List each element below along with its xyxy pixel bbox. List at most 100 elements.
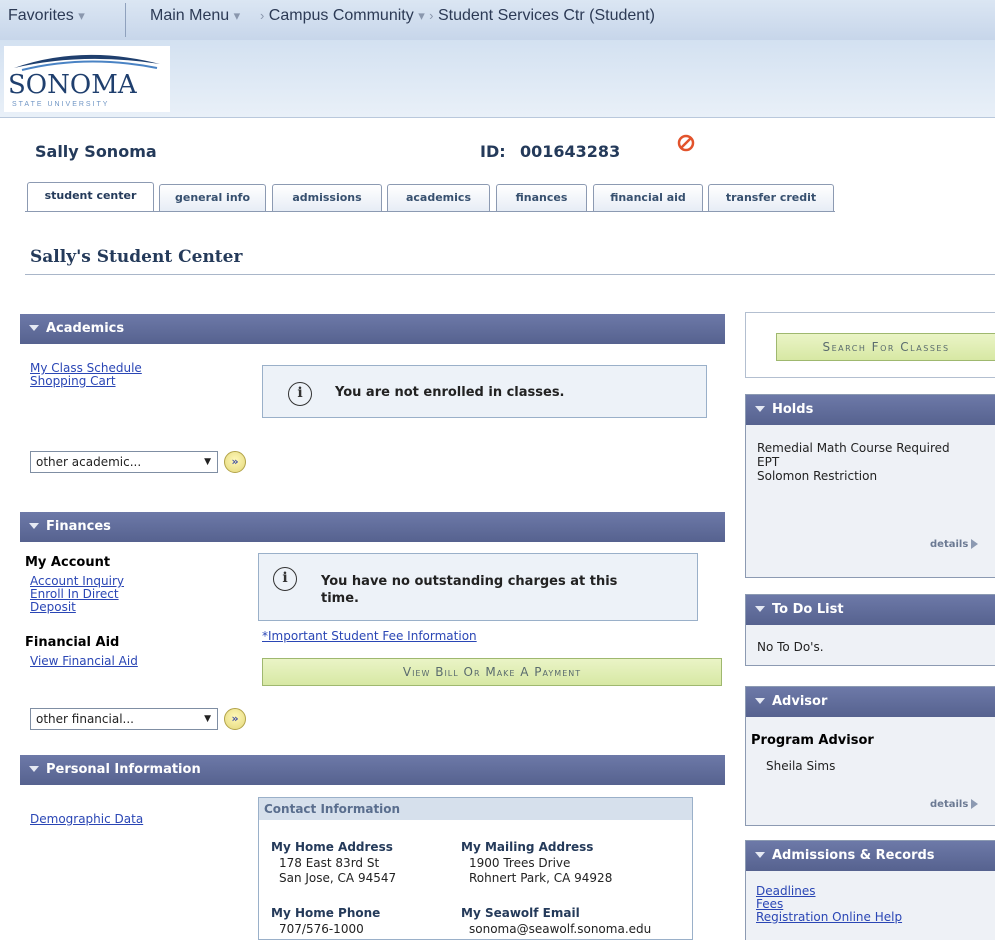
financial-aid-links: View Financial Aid [30, 655, 138, 668]
contact-information-header: Contact Information [259, 798, 692, 820]
tab-student-center[interactable]: student center [27, 182, 154, 212]
dropdown-arrow-icon: ▼ [204, 457, 211, 467]
logo-subtitle: STATE UNIVERSITY [12, 101, 110, 108]
financial-go-button[interactable]: » [224, 708, 246, 730]
page-title: Sally's Student Center [30, 247, 243, 267]
chevron-down-icon[interactable]: ▾ [418, 8, 425, 23]
holds-list: Remedial Math Course Required EPT Solomo… [757, 441, 950, 483]
todo-header-label: To Do List [772, 602, 844, 617]
favorites-label: Favorites [8, 7, 74, 24]
charges-message: You have no outstanding charges at this … [321, 573, 617, 607]
hold-alert-icon[interactable] [677, 134, 695, 152]
shopping-cart-link[interactable]: Shopping Cart [30, 375, 142, 388]
tab-admissions[interactable]: admissions [272, 184, 382, 212]
academic-go-button[interactable]: » [224, 451, 246, 473]
collapse-triangle-icon [29, 325, 39, 331]
todo-box: To Do List No To Do's. [745, 594, 995, 666]
double-chevron-icon: » [231, 712, 239, 725]
demographic-data-link[interactable]: Demographic Data [30, 813, 143, 826]
academics-links: My Class Schedule Shopping Cart [30, 362, 142, 388]
collapse-triangle-icon [755, 406, 765, 412]
my-account-heading: My Account [25, 555, 111, 570]
student-name: Sally Sonoma [35, 142, 157, 161]
other-academic-select[interactable]: other academic... ▼ [30, 451, 218, 473]
student-id-value: 001643283 [520, 142, 621, 161]
arrow-right-icon [971, 799, 979, 809]
tab-general-info[interactable]: general info [159, 184, 266, 212]
holds-box: Holds Remedial Math Course Required EPT … [745, 394, 995, 578]
breadcrumb: › Campus Community ▾ › Student Services … [260, 7, 655, 25]
breadcrumb-campus-community[interactable]: Campus Community [269, 7, 414, 24]
collapse-triangle-icon [755, 698, 765, 704]
personal-info-section-header[interactable]: Personal Information [20, 755, 725, 785]
personal-info-header-label: Personal Information [46, 762, 201, 777]
home-address-line2: San Jose, CA 94547 [279, 871, 397, 885]
favorites-menu[interactable]: Favorites ▾ [8, 7, 85, 25]
dropdown-arrow-icon: ▼ [204, 714, 211, 724]
admissions-links: Deadlines Fees Registration Online Help [756, 885, 902, 924]
enroll-direct-deposit-link-2[interactable]: Deposit [30, 601, 124, 614]
breadcrumb-arrow-icon: › [260, 8, 265, 23]
registration-help-link[interactable]: Registration Online Help [756, 911, 902, 924]
tab-academics[interactable]: academics [387, 184, 490, 212]
home-address-label: My Home Address [271, 840, 393, 854]
search-for-classes-button[interactable]: Search For Classes [776, 333, 995, 361]
home-phone-value: 707/576-1000 [279, 922, 364, 936]
view-financial-aid-link[interactable]: View Financial Aid [30, 655, 138, 668]
details-label: details [930, 799, 969, 810]
view-bill-button[interactable]: View Bill Or Make A Payment [262, 658, 722, 686]
holds-details-link[interactable]: details [930, 539, 979, 550]
seawolf-email-label: My Seawolf Email [461, 906, 580, 920]
advisor-name: Sheila Sims [766, 759, 836, 773]
tab-finances[interactable]: finances [496, 184, 587, 212]
other-financial-value: other financial... [36, 712, 134, 726]
logo-wordmark: SONOMA [8, 70, 137, 100]
advisor-details-link[interactable]: details [930, 799, 979, 810]
tab-financial-aid[interactable]: financial aid [593, 184, 703, 212]
finances-header-label: Finances [46, 519, 111, 534]
seawolf-email-value: sonoma@seawolf.sonoma.edu [469, 922, 652, 936]
program-advisor-label: Program Advisor [751, 733, 874, 748]
info-icon: i [273, 567, 297, 591]
details-label: details [930, 539, 969, 550]
student-fee-info-link[interactable]: *Important Student Fee Information [262, 630, 477, 643]
advisor-box: Advisor Program Advisor Sheila Sims deta… [745, 686, 995, 826]
enrollment-message-box: i You are not enrolled in classes. [262, 365, 707, 418]
home-address-line1: 178 East 83rd St [279, 856, 380, 870]
charges-message-line2: time. [321, 591, 359, 606]
collapse-triangle-icon [755, 606, 765, 612]
academics-header-label: Academics [46, 321, 125, 336]
collapse-triangle-icon [755, 852, 765, 858]
collapse-triangle-icon [29, 766, 39, 772]
mailing-address: 1900 Trees Drive Rohnert Park, CA 94928 [469, 856, 612, 886]
logo-swoosh-icon [14, 54, 160, 71]
advisor-section-header[interactable]: Advisor [746, 687, 995, 717]
academics-section-header[interactable]: Academics [20, 314, 725, 344]
home-address: 178 East 83rd St San Jose, CA 94547 [279, 856, 396, 886]
holds-section-header[interactable]: Holds [746, 395, 995, 425]
account-links: Account Inquiry Enroll In Direct Deposit [30, 575, 124, 614]
double-chevron-icon: » [231, 455, 239, 468]
search-box: Search For Classes [745, 312, 995, 378]
home-phone-label: My Home Phone [271, 906, 381, 920]
main-menu[interactable]: Main Menu ▾ [150, 7, 240, 25]
nav-divider [125, 3, 126, 37]
financial-aid-heading: Financial Aid [25, 635, 120, 650]
charges-message-box: i You have no outstanding charges at thi… [258, 553, 698, 621]
chevron-down-icon: ▾ [78, 8, 85, 23]
hold-item: Solomon Restriction [757, 469, 878, 483]
tab-transfer-credit[interactable]: transfer credit [708, 184, 834, 212]
admissions-records-header-label: Admissions & Records [772, 848, 935, 863]
admissions-records-section-header[interactable]: Admissions & Records [746, 841, 995, 871]
finances-section-header[interactable]: Finances [20, 512, 725, 542]
other-financial-select[interactable]: other financial... ▼ [30, 708, 218, 730]
header-banner: SONOMA STATE UNIVERSITY [0, 40, 995, 118]
university-logo: SONOMA STATE UNIVERSITY [4, 46, 170, 112]
other-academic-value: other academic... [36, 455, 142, 469]
arrow-right-icon [971, 539, 979, 549]
mailing-address-label: My Mailing Address [461, 840, 594, 854]
hold-item: EPT [757, 455, 780, 469]
chevron-down-icon: ▾ [233, 8, 241, 23]
breadcrumb-student-services[interactable]: Student Services Ctr (Student) [438, 7, 655, 24]
todo-section-header[interactable]: To Do List [746, 595, 995, 625]
